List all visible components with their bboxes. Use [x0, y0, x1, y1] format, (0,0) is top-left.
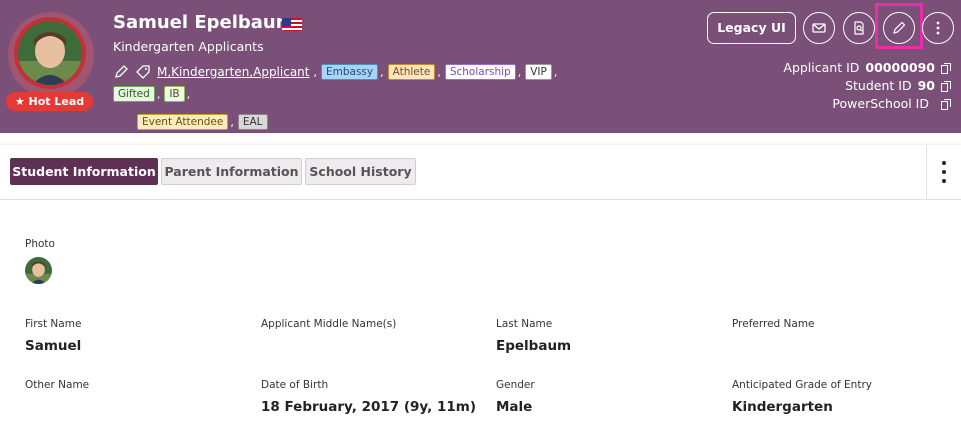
copy-icon[interactable]	[941, 62, 951, 74]
envelope-icon	[812, 23, 826, 33]
last-name-label: Last Name	[496, 318, 553, 330]
preview-document-button[interactable]	[843, 12, 875, 44]
applicant-id-value: 00000090	[865, 60, 935, 75]
applicant-id-label: Applicant ID	[783, 60, 860, 75]
other-name-label: Other Name	[25, 379, 90, 391]
legacy-ui-button[interactable]: Legacy UI	[707, 12, 796, 44]
date-of-birth-value: 18 February, 2017 (9y, 11m)	[261, 399, 477, 415]
tab-parent-information[interactable]: Parent Information	[161, 158, 302, 185]
powerschool-id-label: PowerSchool ID	[832, 96, 929, 111]
first-name-value: Samuel	[25, 338, 82, 354]
last-name-value: Epelbaum	[496, 338, 572, 354]
middle-name-label: Applicant Middle Name(s)	[261, 318, 397, 330]
tag-embassy[interactable]: Embassy	[320, 64, 379, 80]
avatar[interactable]	[14, 17, 86, 89]
email-button[interactable]	[803, 12, 835, 44]
date-of-birth-label: Date of Birth	[261, 379, 329, 391]
student-id-value: 90	[917, 78, 935, 93]
tag-gifted[interactable]: Gifted	[113, 86, 155, 102]
copy-icon[interactable]	[941, 98, 951, 110]
id-list: Applicant ID 00000090 Student ID 90 Powe…	[783, 59, 951, 113]
powerschool-id-row: PowerSchool ID	[783, 95, 951, 113]
us-flag-icon	[282, 17, 302, 31]
photo-label: Photo	[25, 238, 55, 250]
tag-icon	[135, 64, 151, 80]
edit-button-highlight	[875, 3, 923, 49]
tab-divider	[926, 145, 927, 200]
gender-value: Male	[496, 399, 533, 415]
tab-more-icon[interactable]	[938, 161, 950, 183]
grade-of-entry-value: Kindergarten	[732, 399, 833, 415]
preferred-name-label: Preferred Name	[732, 318, 815, 330]
tag-vip[interactable]: VIP	[525, 64, 552, 80]
grade-of-entry-label: Anticipated Grade of Entry	[732, 379, 872, 391]
tag-scholarship[interactable]: Scholarship	[444, 64, 516, 80]
student-id-row: Student ID 90	[783, 77, 951, 95]
student-photo[interactable]	[25, 257, 52, 284]
applicant-header: ★ Hot Lead Samuel Epelbaum Kindergarten …	[0, 0, 961, 133]
tag-event-attendee[interactable]: Event Attendee	[137, 114, 229, 130]
hot-lead-badge: ★ Hot Lead	[6, 92, 93, 111]
tab-school-history[interactable]: School History	[305, 158, 416, 185]
applicant-group: Kindergarten Applicants	[113, 39, 264, 54]
more-options-button[interactable]	[922, 12, 954, 44]
edit-tags-icon[interactable]	[113, 64, 129, 80]
student-id-label: Student ID	[845, 78, 912, 93]
tab-student-information[interactable]: Student Information	[10, 158, 158, 185]
tag-eal[interactable]: EAL	[237, 114, 268, 130]
document-search-icon	[854, 21, 864, 35]
applicant-tag-link[interactable]: M,Kindergarten,Applicant	[157, 65, 309, 79]
applicant-id-row: Applicant ID 00000090	[783, 59, 951, 77]
applicant-name: Samuel Epelbaum	[113, 12, 295, 33]
copy-icon[interactable]	[941, 80, 951, 92]
first-name-label: First Name	[25, 318, 82, 330]
tags-row: M,Kindergarten,Applicant , Embassy, Athl…	[113, 64, 603, 130]
tag-ib[interactable]: IB	[164, 86, 185, 102]
kebab-menu-icon	[936, 21, 940, 35]
tag-athlete[interactable]: Athlete	[387, 64, 436, 80]
tab-bar: Student Information Parent Information S…	[0, 145, 961, 200]
gender-label: Gender	[496, 379, 535, 391]
